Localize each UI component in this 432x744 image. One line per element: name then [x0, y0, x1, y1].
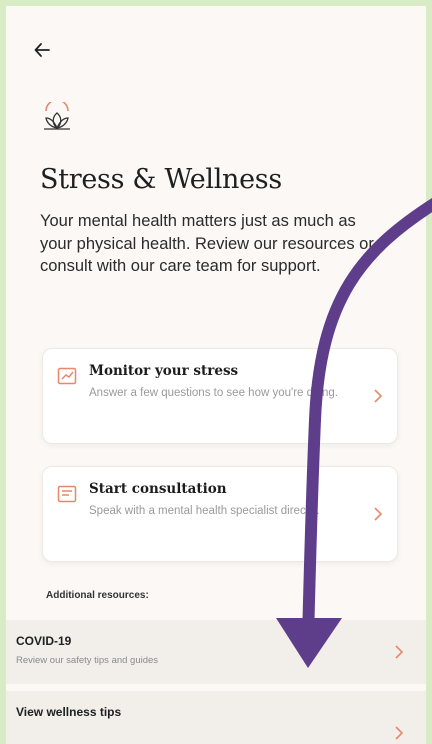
chart-icon [57, 367, 77, 390]
card-description: Answer a few questions to see how you're… [89, 387, 338, 399]
chevron-right-icon [373, 507, 383, 526]
resource-row-wellness-tips[interactable]: View wellness tips [6, 691, 426, 744]
chevron-right-icon [373, 389, 383, 408]
page-title: Stress & Wellness [40, 164, 282, 195]
resource-title: View wellness tips [16, 705, 122, 719]
lotus-icon [40, 99, 74, 139]
resource-title: COVID-19 [16, 634, 72, 648]
card-title: Start consultation [89, 481, 227, 497]
monitor-stress-card[interactable]: Monitor your stress Answer a few questio… [42, 348, 398, 444]
section-label: Additional resources: [46, 590, 149, 601]
card-description: Speak with a mental health specialist di… [89, 505, 320, 517]
chevron-right-icon [394, 645, 404, 664]
arrow-left-icon [34, 43, 50, 57]
chat-icon [57, 485, 77, 508]
card-title: Monitor your stress [89, 363, 239, 379]
app-screen: Stress & Wellness Your mental health mat… [6, 6, 426, 744]
page-description: Your mental health matters just as much … [40, 212, 374, 275]
chevron-right-icon [394, 726, 404, 744]
back-button[interactable] [28, 36, 56, 64]
start-consultation-card[interactable]: Start consultation Speak with a mental h… [42, 466, 398, 562]
resource-row-covid[interactable]: COVID-19 Review our safety tips and guid… [6, 620, 426, 684]
resource-description: Review our safety tips and guides [16, 655, 159, 666]
